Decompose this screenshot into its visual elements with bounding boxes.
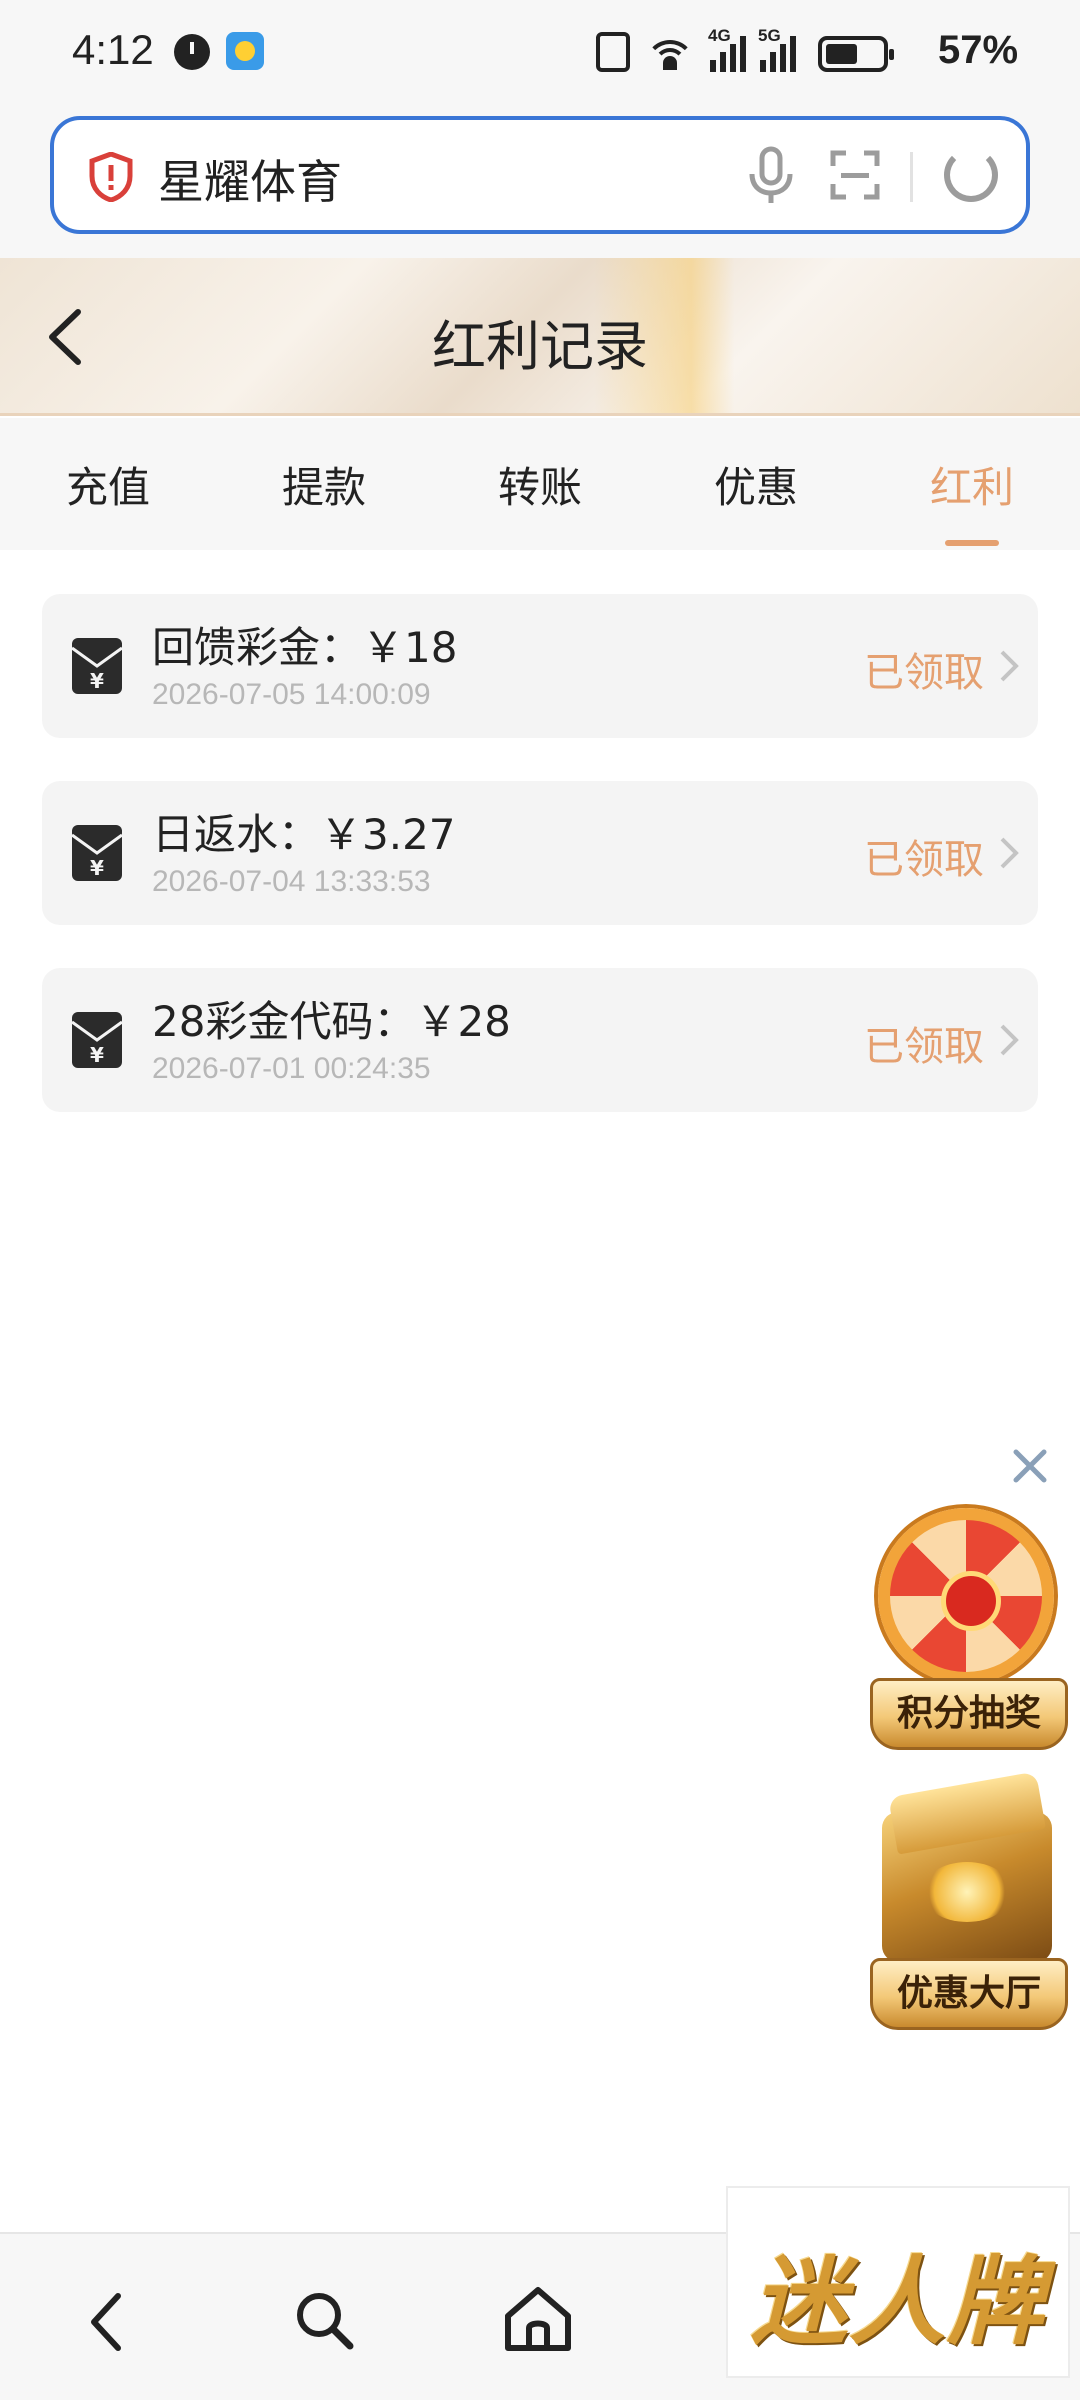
wifi-icon: [644, 32, 696, 72]
record-status: 已领取: [864, 1024, 984, 1070]
browser-toolbar: 星耀体育: [0, 104, 1080, 258]
weather-app-icon: [226, 32, 264, 70]
status-bar: 4:12 4G 5G 57%: [0, 0, 1080, 104]
record-tabs: 充值 提款 转账 优惠 红利: [0, 418, 1080, 550]
record-status: 已领取: [864, 650, 984, 696]
red-envelope-icon: ¥: [71, 1012, 123, 1068]
vibrate-icon: [596, 32, 630, 72]
tab-recharge[interactable]: 充值: [8, 454, 208, 515]
alarm-icon: [174, 34, 210, 70]
search-icon[interactable]: [292, 2288, 356, 2352]
record-title: 回馈彩金：￥18: [152, 623, 458, 672]
red-envelope-icon: ¥: [71, 638, 123, 694]
record-status: 已领取: [864, 837, 984, 883]
security-shield-icon[interactable]: [88, 152, 134, 202]
tab-withdraw[interactable]: 提款: [224, 454, 424, 515]
watermark-logo: 迷人牌: [726, 2186, 1070, 2378]
svg-text:¥: ¥: [90, 856, 104, 880]
battery-percent: 57%: [938, 28, 1019, 72]
list-item[interactable]: ¥ 日返水：￥3.27 2026-07-04 13:33:53 已领取: [42, 781, 1038, 925]
page-title: 红利记录: [432, 315, 648, 378]
record-time: 2026-07-04 13:33:53: [152, 865, 431, 898]
offers-hall-button[interactable]: 优惠大厅: [864, 1782, 1068, 2030]
signal-5g-icon: 5G: [758, 26, 796, 72]
offers-hall-label: 优惠大厅: [870, 1958, 1068, 2030]
prize-wheel-icon: [878, 1508, 1054, 1684]
record-title: 日返水：￥3.27: [152, 810, 456, 859]
treasure-chest-icon: [882, 1812, 1052, 1962]
status-time: 4:12: [72, 26, 154, 73]
mic-icon[interactable]: [746, 146, 796, 206]
page-header: 红利记录: [0, 258, 1080, 416]
svg-text:¥: ¥: [90, 669, 104, 693]
tab-bonus[interactable]: 红利: [872, 454, 1072, 515]
watermark-text: 迷人牌: [751, 2245, 1045, 2358]
address-bar[interactable]: 星耀体育: [50, 116, 1030, 234]
signal-4g-icon: 4G: [708, 26, 746, 72]
tab-transfer[interactable]: 转账: [440, 454, 640, 515]
red-envelope-icon: ¥: [71, 825, 123, 881]
list-item[interactable]: ¥ 28彩金代码：￥28 2026-07-01 00:24:35 已领取: [42, 968, 1038, 1112]
points-lottery-label: 积分抽奖: [870, 1678, 1068, 1750]
refresh-icon[interactable]: [944, 148, 998, 202]
chevron-right-icon: [1000, 650, 1019, 682]
close-icon[interactable]: [1008, 1444, 1052, 1488]
back-icon[interactable]: [86, 2290, 126, 2354]
record-time: 2026-07-05 14:00:09: [152, 678, 431, 711]
status-icons: 4G 5G: [596, 26, 894, 72]
tab-offers[interactable]: 优惠: [656, 454, 856, 515]
address-text[interactable]: 星耀体育: [158, 146, 342, 212]
chevron-right-icon: [1000, 1024, 1019, 1056]
toolbar-divider: [910, 152, 913, 202]
signal-5g-label: 5G: [758, 26, 781, 45]
signal-4g-label: 4G: [708, 26, 731, 45]
scan-icon[interactable]: [830, 150, 880, 200]
home-icon[interactable]: [502, 2284, 574, 2354]
battery-icon: [818, 36, 894, 72]
svg-text:¥: ¥: [90, 1043, 104, 1067]
active-tab-indicator: [945, 540, 999, 546]
record-time: 2026-07-01 00:24:35: [152, 1052, 431, 1085]
chevron-right-icon: [1000, 837, 1019, 869]
list-item[interactable]: ¥ 回馈彩金：￥18 2026-07-05 14:00:09 已领取: [42, 594, 1038, 738]
record-title: 28彩金代码：￥28: [152, 997, 511, 1046]
points-lottery-button[interactable]: 积分抽奖: [864, 1502, 1068, 1750]
